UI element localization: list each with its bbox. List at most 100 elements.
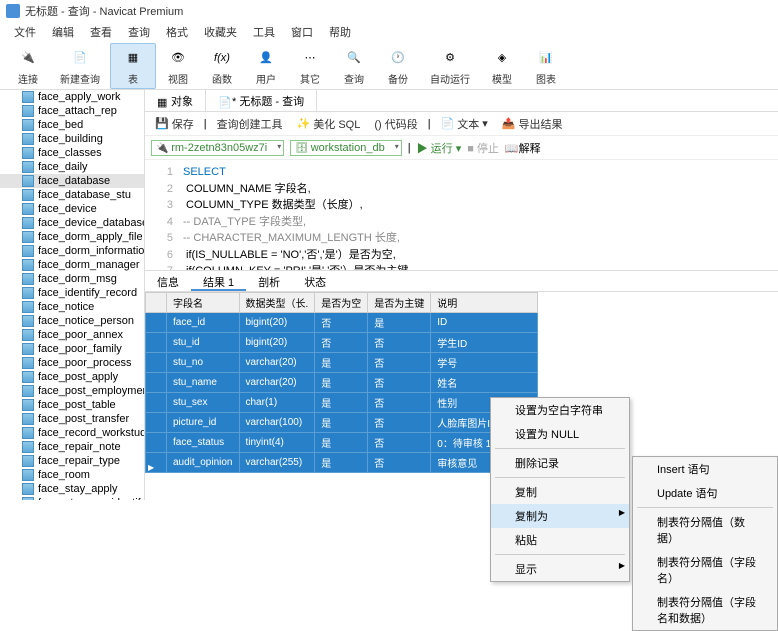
ctx-delete-record[interactable]: 删除记录 bbox=[491, 451, 629, 475]
sidebar-item-face_post_transfer[interactable]: face_post_transfer bbox=[0, 412, 144, 426]
sidebar-item-face_post_employmen[interactable]: face_post_employmen bbox=[0, 384, 144, 398]
save-button[interactable]: 💾 保存 bbox=[151, 114, 198, 134]
sidebar-item-face_stay_apply[interactable]: face_stay_apply bbox=[0, 482, 144, 496]
sidebar-item-face_stranger_identify_[interactable]: face_stranger_identify_ bbox=[0, 496, 144, 500]
tool-auto[interactable]: ⚙自动运行 bbox=[420, 44, 480, 88]
table-icon bbox=[22, 413, 34, 425]
database-dropdown[interactable]: 🗄 workstation_db bbox=[290, 140, 401, 156]
ctx-insert-stmt[interactable]: Insert 语句 bbox=[633, 457, 777, 481]
ctx-show[interactable]: 显示 bbox=[491, 557, 629, 581]
sidebar-item-face_database_stu[interactable]: face_database_stu bbox=[0, 188, 144, 202]
tab-query[interactable]: 📄* 无标题 - 查询 bbox=[206, 90, 317, 111]
sidebar-item-face_poor_family[interactable]: face_poor_family bbox=[0, 342, 144, 356]
sidebar-item-face_poor_annex[interactable]: face_poor_annex bbox=[0, 328, 144, 342]
tool-chart[interactable]: 📊图表 bbox=[524, 44, 568, 88]
sidebar-item-face_building[interactable]: face_building bbox=[0, 132, 144, 146]
tool-backup[interactable]: 🕐备份 bbox=[376, 44, 420, 88]
table-row[interactable]: stu_namevarchar(20)是否姓名 bbox=[146, 373, 538, 393]
column-header[interactable]: 字段名 bbox=[167, 293, 240, 313]
ctx-copy[interactable]: 复制 bbox=[491, 480, 629, 504]
ctx-set-blank[interactable]: 设置为空白字符串 bbox=[491, 398, 629, 422]
sidebar-item-face_dorm_manager[interactable]: face_dorm_manager bbox=[0, 258, 144, 272]
ctx-tab-data[interactable]: 制表符分隔值（数据） bbox=[633, 510, 777, 550]
menu-格式[interactable]: 格式 bbox=[158, 22, 196, 42]
table-icon bbox=[22, 427, 34, 439]
tool-model[interactable]: ◈模型 bbox=[480, 44, 524, 88]
sidebar-item-face_identify_record[interactable]: face_identify_record bbox=[0, 286, 144, 300]
run-button[interactable]: ▶ 运行 ▾ bbox=[417, 140, 462, 156]
tab-profile[interactable]: 剖析 bbox=[246, 271, 292, 291]
server-dropdown[interactable]: 🔌 rm-2zetn83n05wz7i bbox=[151, 140, 284, 156]
table-icon bbox=[22, 231, 34, 243]
sidebar-item-face_repair_type[interactable]: face_repair_type bbox=[0, 454, 144, 468]
sidebar-item-face_daily[interactable]: face_daily bbox=[0, 160, 144, 174]
menu-工具[interactable]: 工具 bbox=[245, 22, 283, 42]
menu-收藏夹[interactable]: 收藏夹 bbox=[196, 22, 245, 42]
sidebar-item-face_database[interactable]: face_database bbox=[0, 174, 144, 188]
sidebar-item-face_device_database[interactable]: face_device_database bbox=[0, 216, 144, 230]
query-builder-button[interactable]: 查询创建工具 bbox=[213, 114, 287, 134]
tab-result1[interactable]: 结果 1 bbox=[191, 271, 246, 291]
sidebar-item-face_dorm_information[interactable]: face_dorm_information bbox=[0, 244, 144, 258]
ctx-tab-fields[interactable]: 制表符分隔值（字段名） bbox=[633, 550, 777, 590]
sidebar-item-face_notice_person[interactable]: face_notice_person bbox=[0, 314, 144, 328]
ctx-tab-both[interactable]: 制表符分隔值（字段名和数据） bbox=[633, 590, 777, 630]
code-snippet-button[interactable]: () 代码段 bbox=[370, 114, 421, 134]
beautify-sql-button[interactable]: ✨美化 SQL bbox=[293, 114, 365, 134]
menu-文件[interactable]: 文件 bbox=[6, 22, 44, 42]
sidebar-item-face_repair_note[interactable]: face_repair_note bbox=[0, 440, 144, 454]
sidebar-item-face_poor_process[interactable]: face_poor_process bbox=[0, 356, 144, 370]
column-header[interactable]: 是否为空 bbox=[315, 293, 368, 313]
table-row[interactable]: stu_idbigint(20)否否学生ID bbox=[146, 333, 538, 353]
sidebar-item-face_bed[interactable]: face_bed bbox=[0, 118, 144, 132]
sql-editor[interactable]: 1SELECT2 COLUMN_NAME 字段名,3 COLUMN_TYPE 数… bbox=[145, 160, 778, 270]
sidebar-item-face_classes[interactable]: face_classes bbox=[0, 146, 144, 160]
ctx-copy-as[interactable]: 复制为 bbox=[491, 504, 629, 528]
tool-view[interactable]: 👁视图 bbox=[156, 44, 200, 88]
ctx-paste[interactable]: 粘贴 bbox=[491, 528, 629, 552]
menu-查询[interactable]: 查询 bbox=[120, 22, 158, 42]
column-header[interactable]: 数据类型（长. bbox=[239, 293, 315, 313]
table-row[interactable]: picture_idvarchar(100)是否人脸库图片ID bbox=[146, 413, 538, 433]
table-row[interactable]: stu_novarchar(20)是否学号 bbox=[146, 353, 538, 373]
menu-编辑[interactable]: 编辑 bbox=[44, 22, 82, 42]
table-icon bbox=[22, 441, 34, 453]
ctx-update-stmt[interactable]: Update 语句 bbox=[633, 481, 777, 505]
menu-帮助[interactable]: 帮助 bbox=[321, 22, 359, 42]
tab-info[interactable]: 信息 bbox=[145, 271, 191, 291]
tab-status[interactable]: 状态 bbox=[292, 271, 338, 291]
table-row[interactable]: stu_sexchar(1)是否性别 bbox=[146, 393, 538, 413]
editor-tabs: ▦对象 📄* 无标题 - 查询 bbox=[145, 90, 778, 112]
sidebar-item-face_record_workstudy[interactable]: face_record_workstudy bbox=[0, 426, 144, 440]
tool-fx[interactable]: f(x)函数 bbox=[200, 44, 244, 88]
table-row[interactable]: face_idbigint(20)否是ID bbox=[146, 313, 538, 333]
tool-plug[interactable]: 🔌连接 bbox=[6, 44, 50, 88]
tool-query[interactable]: 🔍查询 bbox=[332, 44, 376, 88]
menu-窗口[interactable]: 窗口 bbox=[283, 22, 321, 42]
tool-table[interactable]: ▦表 bbox=[110, 43, 156, 89]
sidebar-item-face_notice[interactable]: face_notice bbox=[0, 300, 144, 314]
stop-button[interactable]: ■ 停止 bbox=[467, 140, 499, 156]
table-row[interactable]: audit_opinionvarchar(255)是否审核意见 bbox=[146, 453, 538, 473]
sidebar-item-face_device[interactable]: face_device bbox=[0, 202, 144, 216]
tool-user[interactable]: 👤用户 bbox=[244, 44, 288, 88]
sidebar-item-face_room[interactable]: face_room bbox=[0, 468, 144, 482]
sidebar-item-face_attach_rep[interactable]: face_attach_rep bbox=[0, 104, 144, 118]
column-header[interactable]: 是否为主键 bbox=[368, 293, 431, 313]
column-header[interactable]: 说明 bbox=[431, 293, 538, 313]
menu-查看[interactable]: 查看 bbox=[82, 22, 120, 42]
export-results-button[interactable]: 📤导出结果 bbox=[498, 114, 567, 134]
tab-objects[interactable]: ▦对象 bbox=[145, 90, 206, 111]
tool-other[interactable]: ⋯其它 bbox=[288, 44, 332, 88]
table-row[interactable]: face_statustinyint(4)是否0：待审核 1：已通过 bbox=[146, 433, 538, 453]
explain-button[interactable]: 📖解释 bbox=[505, 140, 541, 156]
sidebar-item-face_post_apply[interactable]: face_post_apply bbox=[0, 370, 144, 384]
text-button[interactable]: 📄文本 ▾ bbox=[437, 114, 492, 134]
sidebar-item-face_post_table[interactable]: face_post_table bbox=[0, 398, 144, 412]
table-icon bbox=[22, 343, 34, 355]
sidebar-item-face_apply_work[interactable]: face_apply_work bbox=[0, 90, 144, 104]
sidebar-item-face_dorm_msg[interactable]: face_dorm_msg bbox=[0, 272, 144, 286]
ctx-set-null[interactable]: 设置为 NULL bbox=[491, 422, 629, 446]
tool-newq[interactable]: 📄新建查询 bbox=[50, 44, 110, 88]
sidebar-item-face_dorm_apply_file[interactable]: face_dorm_apply_file bbox=[0, 230, 144, 244]
